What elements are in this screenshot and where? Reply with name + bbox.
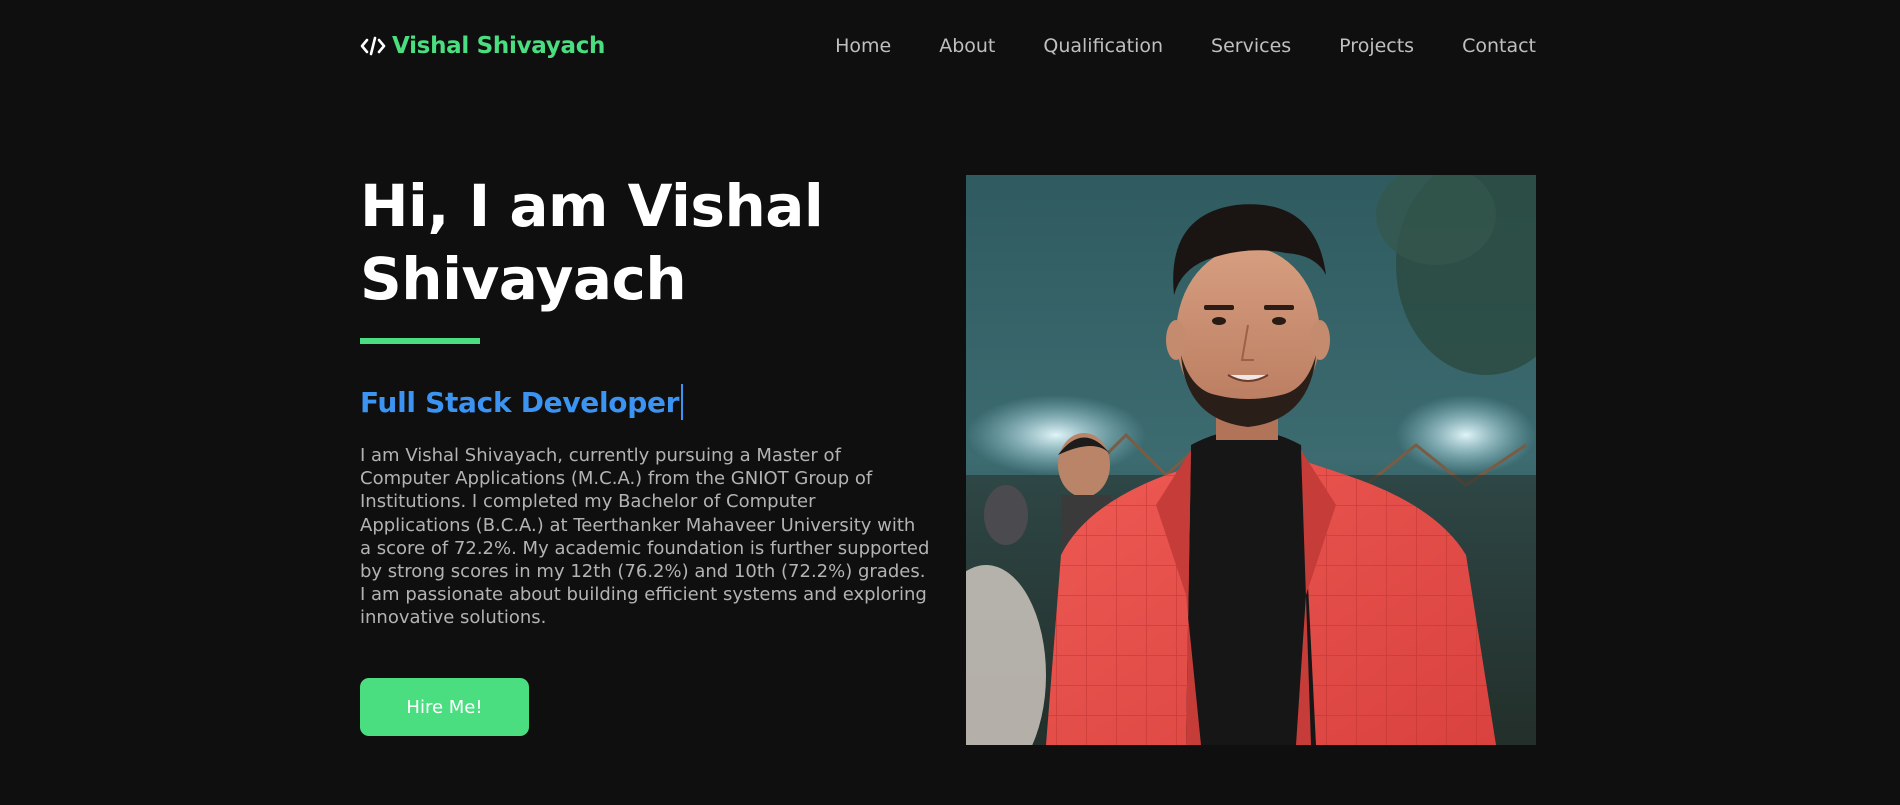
top-navbar: Vishal Shivayach Home About Qualificatio… bbox=[360, 28, 1536, 64]
nav-link-home[interactable]: Home bbox=[835, 35, 891, 57]
nav-link-projects[interactable]: Projects bbox=[1339, 35, 1414, 57]
hero-title-line2: Shivayach bbox=[360, 245, 687, 313]
hero-title: Hi, I am Vishal Shivayach bbox=[360, 170, 940, 316]
hero-section: Hi, I am Vishal Shivayach Full Stack Dev… bbox=[360, 170, 940, 630]
hero-bio: I am Vishal Shivayach, currently pursuin… bbox=[360, 445, 930, 629]
nav-link-services[interactable]: Services bbox=[1211, 35, 1291, 57]
code-icon bbox=[360, 36, 386, 56]
nav-links: Home About Qualification Services Projec… bbox=[835, 35, 1536, 57]
nav-link-qualification[interactable]: Qualification bbox=[1043, 35, 1163, 57]
brand-logo[interactable]: Vishal Shivayach bbox=[360, 33, 605, 59]
nav-link-contact[interactable]: Contact bbox=[1462, 35, 1536, 57]
title-underline bbox=[360, 338, 480, 344]
hero-subtitle: Full Stack Developer bbox=[360, 385, 680, 419]
typing-cursor bbox=[681, 384, 684, 420]
nav-link-about[interactable]: About bbox=[939, 35, 995, 57]
profile-photo bbox=[966, 175, 1536, 745]
brand-name: Vishal Shivayach bbox=[392, 33, 606, 59]
hire-me-button[interactable]: Hire Me! bbox=[360, 678, 529, 736]
typed-subtitle: Full Stack Developer bbox=[360, 382, 940, 422]
hero-title-line1: Hi, I am Vishal bbox=[360, 172, 824, 240]
